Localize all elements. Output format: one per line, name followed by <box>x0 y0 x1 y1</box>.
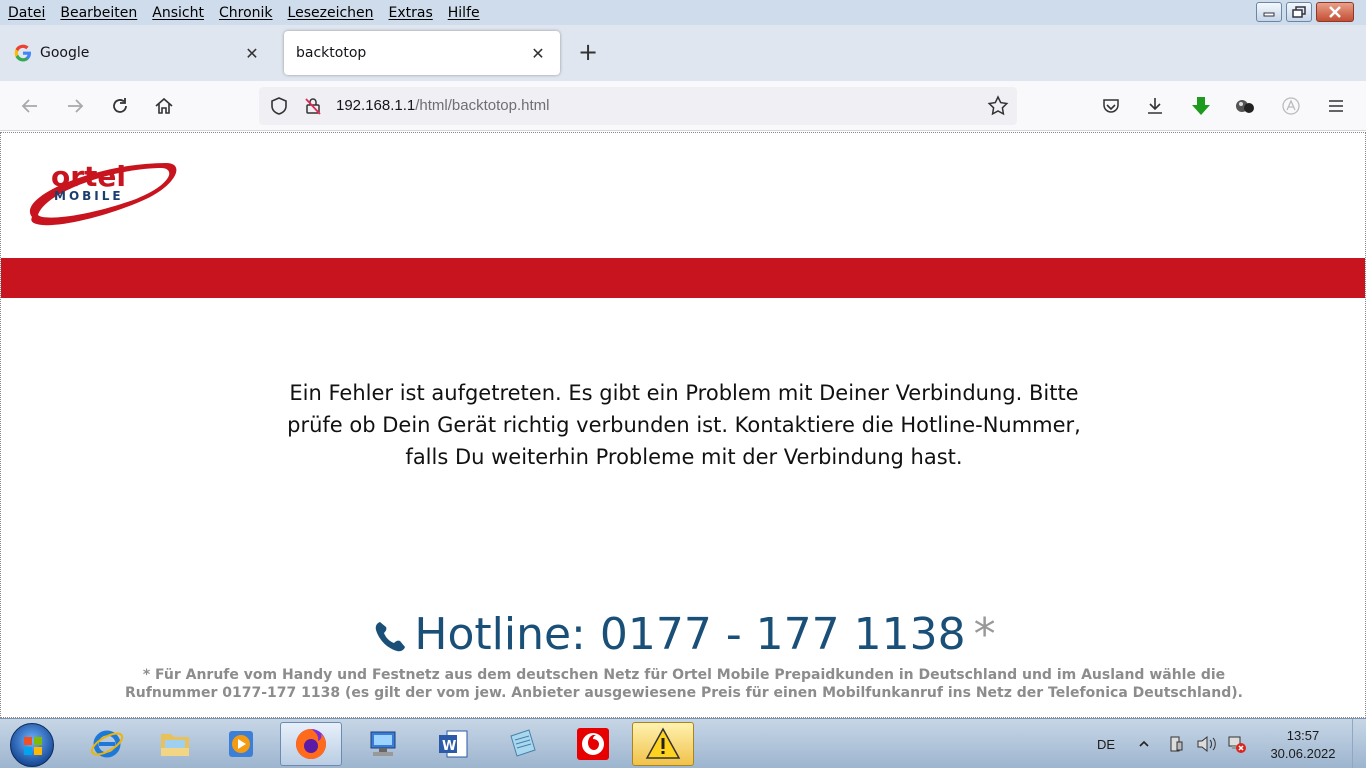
home-icon <box>155 97 173 114</box>
menu-datei[interactable]: Datei <box>8 5 45 21</box>
speaker-icon <box>1197 735 1216 753</box>
network-button[interactable] <box>1226 719 1248 768</box>
translate-icon <box>1282 97 1300 115</box>
error-message: Ein Fehler ist aufgetreten. Es gibt ein … <box>287 381 1081 469</box>
taskbar-media-player[interactable] <box>210 722 272 766</box>
bookmark-star-icon[interactable] <box>987 95 1009 117</box>
warning-icon <box>645 727 681 759</box>
tab-title: Google <box>40 45 90 61</box>
new-tab-button[interactable]: + <box>576 40 600 65</box>
shield-icon[interactable] <box>269 96 289 116</box>
safely-remove-hardware-icon <box>1170 736 1183 752</box>
start-button[interactable] <box>10 723 54 767</box>
reload-icon <box>113 98 127 113</box>
volume-button[interactable] <box>1196 719 1218 768</box>
logo-text-mobile: MOBILE <box>54 189 124 203</box>
home-button[interactable] <box>152 94 176 118</box>
back-arrow-icon <box>21 99 37 113</box>
pocket-button[interactable] <box>1099 94 1123 118</box>
folder-icon <box>161 734 189 756</box>
hamburger-menu-icon <box>1329 100 1343 112</box>
minimize-icon <box>1263 12 1275 17</box>
back-button[interactable] <box>18 94 42 118</box>
media-player-icon <box>229 731 253 757</box>
pocket-icon <box>1103 99 1119 113</box>
forward-arrow-icon <box>68 99 84 113</box>
menu-ansicht[interactable]: Ansicht <box>152 5 204 21</box>
url-path: /html/backtotop.html <box>415 97 550 114</box>
url-bar[interactable]: 192.168.1.1/html/backtotop.html <box>259 87 1017 125</box>
chevron-up-icon <box>1139 740 1149 747</box>
tab-strip: Google ✕ backtotop ✕ + <box>0 25 1366 81</box>
restore-button[interactable] <box>1286 2 1312 22</box>
system-clock[interactable]: 13:57 30.06.2022 <box>1262 727 1344 763</box>
hotline-text: Hotline: 0177 - 177 1138 <box>414 609 966 660</box>
network-disconnected-icon <box>1228 736 1246 753</box>
download-icon <box>1148 98 1162 114</box>
extension-button[interactable] <box>1233 94 1257 118</box>
minimize-button[interactable] <box>1256 2 1282 22</box>
vodafone-icon <box>577 728 609 760</box>
url-host: 192.168.1.1 <box>336 97 416 114</box>
clock-time: 13:57 <box>1286 728 1320 743</box>
show-hidden-icons-button[interactable] <box>1138 719 1150 768</box>
forward-button[interactable] <box>63 94 87 118</box>
close-window-button[interactable] <box>1316 2 1354 22</box>
tab-title: backtotop <box>296 45 367 61</box>
menu-bearbeiten[interactable]: Bearbeiten <box>60 5 137 21</box>
tab-google[interactable]: Google ✕ <box>2 31 274 75</box>
taskbar-remote-desktop[interactable] <box>352 722 414 766</box>
taskbar: W DE 13:57 30.06.2022 <box>0 718 1366 768</box>
menu-button[interactable] <box>1324 94 1348 118</box>
url-text[interactable]: 192.168.1.1/html/backtotop.html <box>336 97 549 114</box>
navigation-bar: 192.168.1.1/html/backtotop.html <box>0 81 1366 131</box>
firefox-icon <box>296 729 326 759</box>
device-tray-button[interactable] <box>1166 719 1186 768</box>
menu-lesezeichen[interactable]: Lesezeichen <box>288 5 374 21</box>
close-icon <box>1329 6 1341 18</box>
internet-explorer-icon <box>90 730 124 758</box>
page-content: ortel MOBILE Ein Fehler ist aufgetreten.… <box>0 132 1366 718</box>
window-controls <box>1256 2 1354 22</box>
language-indicator[interactable]: DE <box>1097 719 1115 768</box>
tab-close-icon[interactable]: ✕ <box>242 44 262 63</box>
hotline-footnote: * Für Anrufe vom Handy und Festnetz aus … <box>125 667 1243 701</box>
word-icon: W <box>439 730 468 758</box>
show-desktop-button[interactable] <box>1352 719 1366 768</box>
taskbar-warning[interactable] <box>632 722 694 766</box>
taskbar-notepad[interactable] <box>492 722 554 766</box>
menu-items: Datei Bearbeiten Ansicht Chronik Lesezei… <box>0 5 495 21</box>
taskbar-word[interactable]: W <box>422 722 484 766</box>
green-download-extension-button[interactable] <box>1189 94 1213 118</box>
extension-balls-icon <box>1236 100 1254 113</box>
menu-extras[interactable]: Extras <box>389 5 433 21</box>
menu-hilfe[interactable]: Hilfe <box>448 5 480 21</box>
google-icon <box>14 44 31 62</box>
insecure-lock-icon[interactable] <box>303 96 323 116</box>
taskbar-internet-explorer[interactable] <box>76 722 138 766</box>
menu-bar: Datei Bearbeiten Ansicht Chronik Lesezei… <box>0 0 1366 25</box>
remote-desktop-icon <box>370 731 396 756</box>
tab-backtotop[interactable]: backtotop ✕ <box>284 31 560 75</box>
taskbar-firefox[interactable] <box>280 722 342 766</box>
hotline: Hotline: 0177 - 177 1138 * <box>1 609 1365 660</box>
green-arrow-download-icon <box>1192 97 1210 115</box>
tab-close-icon[interactable]: ✕ <box>528 44 548 63</box>
restore-icon <box>1292 6 1306 18</box>
taskbar-explorer[interactable] <box>144 722 206 766</box>
clock-date: 30.06.2022 <box>1270 746 1336 761</box>
hotline-asterisk: * <box>973 609 996 660</box>
ortel-mobile-logo: ortel MOBILE <box>29 160 177 226</box>
notepad-icon <box>510 729 536 757</box>
translate-button[interactable] <box>1279 94 1303 118</box>
taskbar-vodafone[interactable] <box>562 722 624 766</box>
menu-chronik[interactable]: Chronik <box>219 5 273 21</box>
downloads-button[interactable] <box>1143 94 1167 118</box>
reload-button[interactable] <box>108 94 132 118</box>
brand-red-band <box>1 258 1365 298</box>
phone-icon <box>376 622 406 652</box>
svg-text:W: W <box>442 739 456 754</box>
windows-logo-icon <box>24 737 42 755</box>
